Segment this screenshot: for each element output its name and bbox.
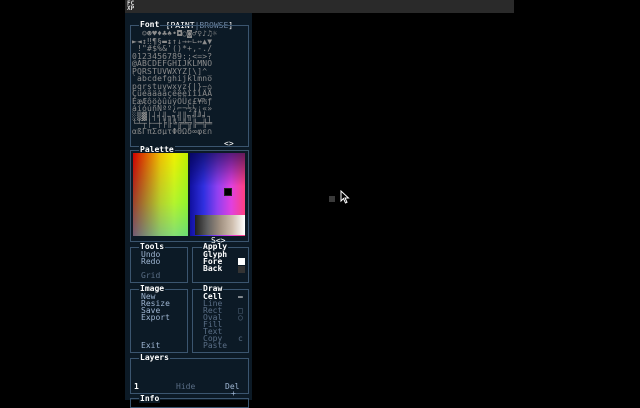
title-bar	[125, 0, 514, 13]
app-icon: FC XP	[127, 0, 135, 12]
fore-color-swatch[interactable]	[238, 258, 245, 265]
font-glyph-row[interactable]: αßΓπΣσµτΦΘΩδ∞φε∩	[132, 127, 212, 135]
back-color-swatch[interactable]	[238, 266, 245, 273]
layer-add-button[interactable]: +	[231, 390, 236, 398]
font-panel-title: Font	[139, 20, 161, 29]
layer-index: 1	[134, 382, 139, 391]
grid-toggle[interactable]: Grid	[141, 272, 160, 280]
mouse-pointer-icon	[340, 190, 350, 204]
palette-selected-swatch	[224, 188, 232, 196]
redo-button[interactable]: Redo	[141, 258, 160, 266]
layer-hide-button[interactable]: Hide	[176, 383, 195, 391]
draw-tool-paste[interactable]: Paste	[203, 342, 227, 350]
export-button[interactable]: Export	[141, 314, 170, 322]
canvas-cell-cursor	[329, 196, 335, 202]
font-glyph-grid[interactable]: ☺☻♥♦♣♠•◘○◙♂♀♪♫☼ ►◄↕‼¶§▬↨↑↓→←∟↔▲▼ !"#$%&'(…	[132, 30, 244, 135]
draw-tool-mark: c	[238, 334, 243, 343]
info-panel-title: Info	[139, 394, 161, 403]
font-page-nav[interactable]: <>	[224, 140, 234, 148]
draw-tool-mark: —	[238, 292, 243, 301]
apply-back-toggle[interactable]: Back	[203, 265, 222, 273]
exit-button[interactable]: Exit	[141, 342, 160, 350]
palette-grey-colors[interactable]	[195, 215, 245, 235]
layers-panel-title: Layers	[139, 353, 170, 362]
background-right	[514, 0, 640, 400]
palette-warm-shade	[133, 153, 188, 236]
drawing-canvas[interactable]	[252, 13, 514, 400]
draw-tool-mark: ○	[238, 313, 243, 322]
